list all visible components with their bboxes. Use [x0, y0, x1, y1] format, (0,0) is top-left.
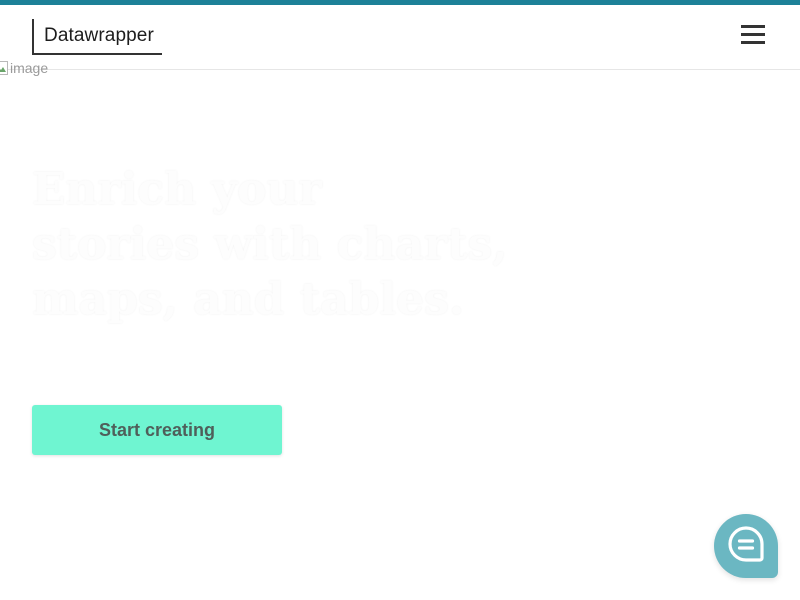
datawrapper-logo[interactable]: Datawrapper — [32, 19, 162, 55]
hero-heading: Enrich your stories with charts, maps, a… — [32, 162, 552, 327]
chat-icon — [727, 525, 765, 568]
hero-heading-line: maps, and tables. — [32, 274, 465, 325]
menu-bar-top — [741, 25, 765, 28]
broken-image: image — [0, 60, 48, 76]
hero-heading-line: Enrich your — [32, 164, 322, 215]
hamburger-menu-icon[interactable] — [739, 24, 767, 48]
hero-heading-line: stories with charts, — [32, 219, 508, 270]
site-header: Datawrapper — [0, 5, 800, 70]
menu-bar-bottom — [741, 41, 765, 44]
chat-widget-button[interactable] — [714, 514, 778, 578]
start-creating-button[interactable]: Start creating — [32, 405, 282, 455]
menu-bar-middle — [741, 33, 765, 36]
broken-image-icon — [0, 61, 8, 75]
broken-image-alt-text: image — [10, 60, 49, 76]
